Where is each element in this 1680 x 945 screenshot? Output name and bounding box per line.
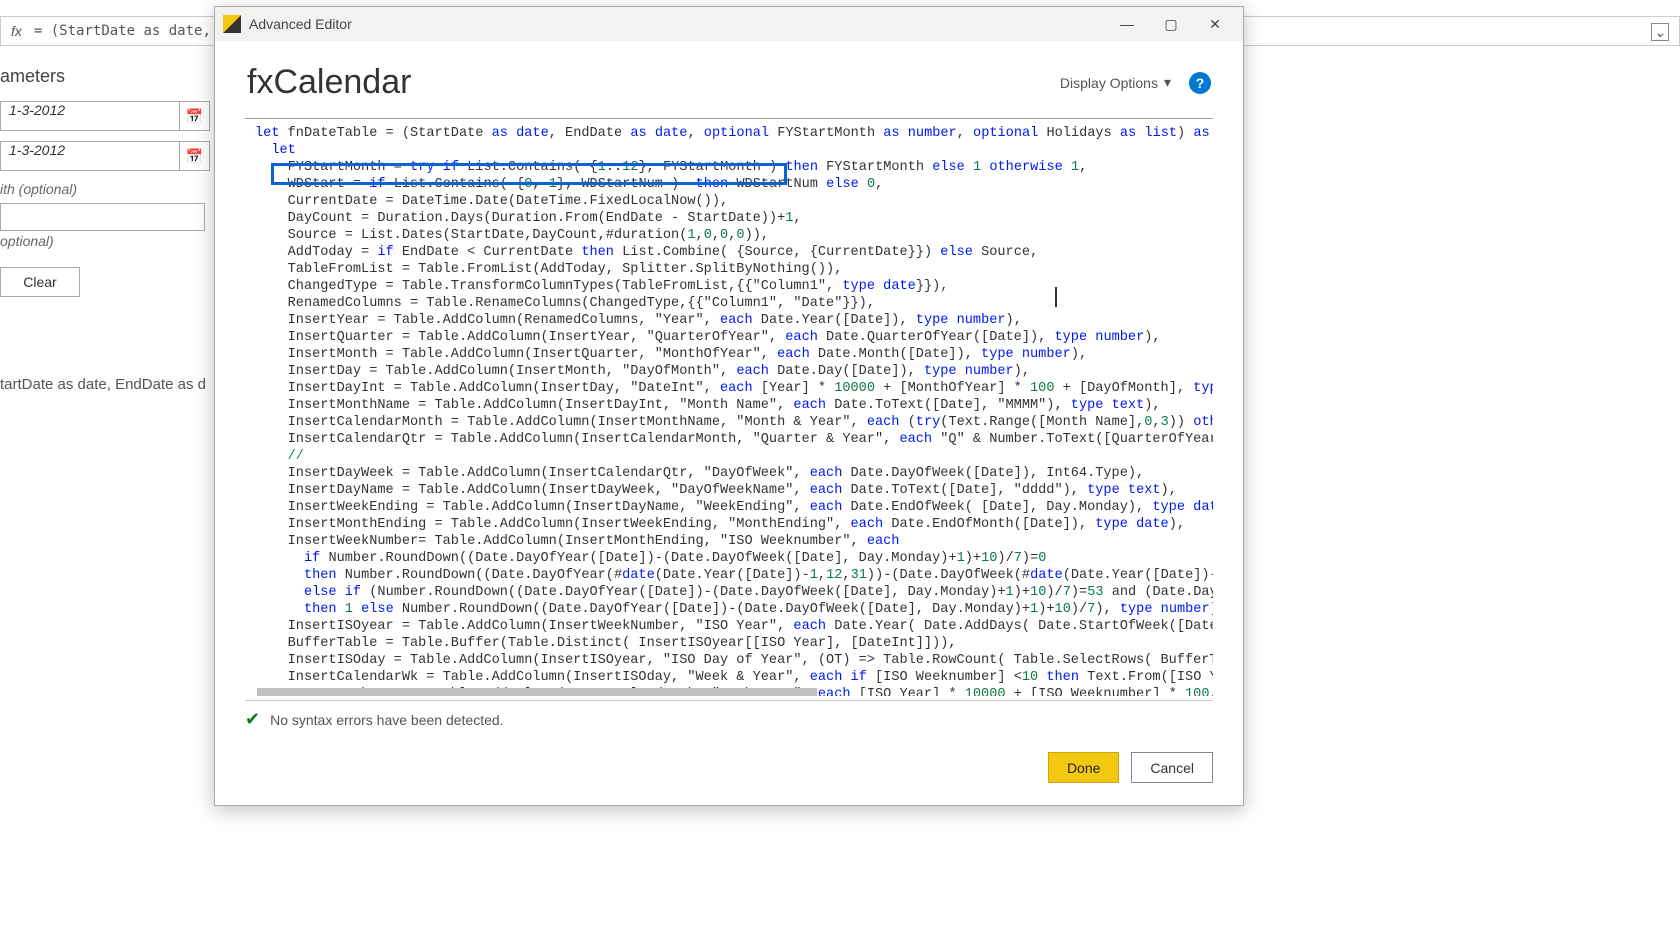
display-options-label: Display Options [1060, 75, 1158, 91]
code-editor[interactable]: let fnDateTable = (StartDate as date, En… [245, 118, 1213, 696]
end-date-input[interactable]: 1-3-2012 [0, 141, 180, 171]
query-name: fxCalendar [247, 63, 1060, 102]
advanced-editor-dialog: Advanced Editor — ▢ ✕ fxCalendar Display… [214, 6, 1244, 806]
calendar-icon[interactable]: 📅 [180, 141, 210, 171]
minimize-button[interactable]: — [1105, 8, 1149, 40]
cancel-button[interactable]: Cancel [1131, 752, 1213, 783]
done-button[interactable]: Done [1048, 752, 1119, 783]
dialog-footer: Done Cancel [215, 730, 1243, 805]
close-button[interactable]: ✕ [1193, 8, 1237, 40]
text-cursor [1055, 287, 1057, 307]
display-options-dropdown[interactable]: Display Options ▾ [1060, 74, 1171, 91]
chevron-down-icon: ▾ [1164, 74, 1171, 91]
param-label-optional: optional) [0, 233, 210, 249]
status-message: No syntax errors have been detected. [270, 712, 503, 728]
optional-number-input[interactable] [0, 203, 205, 231]
fx-label: fx [11, 23, 22, 39]
start-date-input[interactable]: 1-3-2012 [0, 101, 180, 131]
formula-text[interactable]: = (StartDate as date, En [34, 23, 236, 39]
window-title: Advanced Editor [249, 16, 1105, 32]
code-content[interactable]: let fnDateTable = (StartDate as date, En… [245, 119, 1213, 696]
formula-expand-icon[interactable]: ⌄ [1651, 23, 1669, 41]
function-signature: tartDate as date, EndDate as d [0, 376, 206, 393]
parameters-panel: ameters 1-3-2012 📅 1-3-2012 📅 ith (optio… [0, 60, 210, 297]
app-icon [223, 15, 241, 33]
parameters-title: ameters [0, 60, 210, 101]
syntax-status: ✔ No syntax errors have been detected. [245, 700, 1213, 730]
horizontal-scrollbar-thumb[interactable] [257, 688, 817, 696]
calendar-icon[interactable]: 📅 [180, 101, 210, 131]
title-bar: Advanced Editor — ▢ ✕ [215, 7, 1243, 41]
param-label-ith: ith (optional) [0, 181, 210, 197]
help-icon[interactable]: ? [1189, 72, 1211, 94]
editor-header: fxCalendar Display Options ▾ ? [215, 41, 1243, 112]
maximize-button[interactable]: ▢ [1149, 8, 1193, 40]
check-icon: ✔ [245, 709, 260, 730]
clear-button[interactable]: Clear [0, 267, 80, 297]
